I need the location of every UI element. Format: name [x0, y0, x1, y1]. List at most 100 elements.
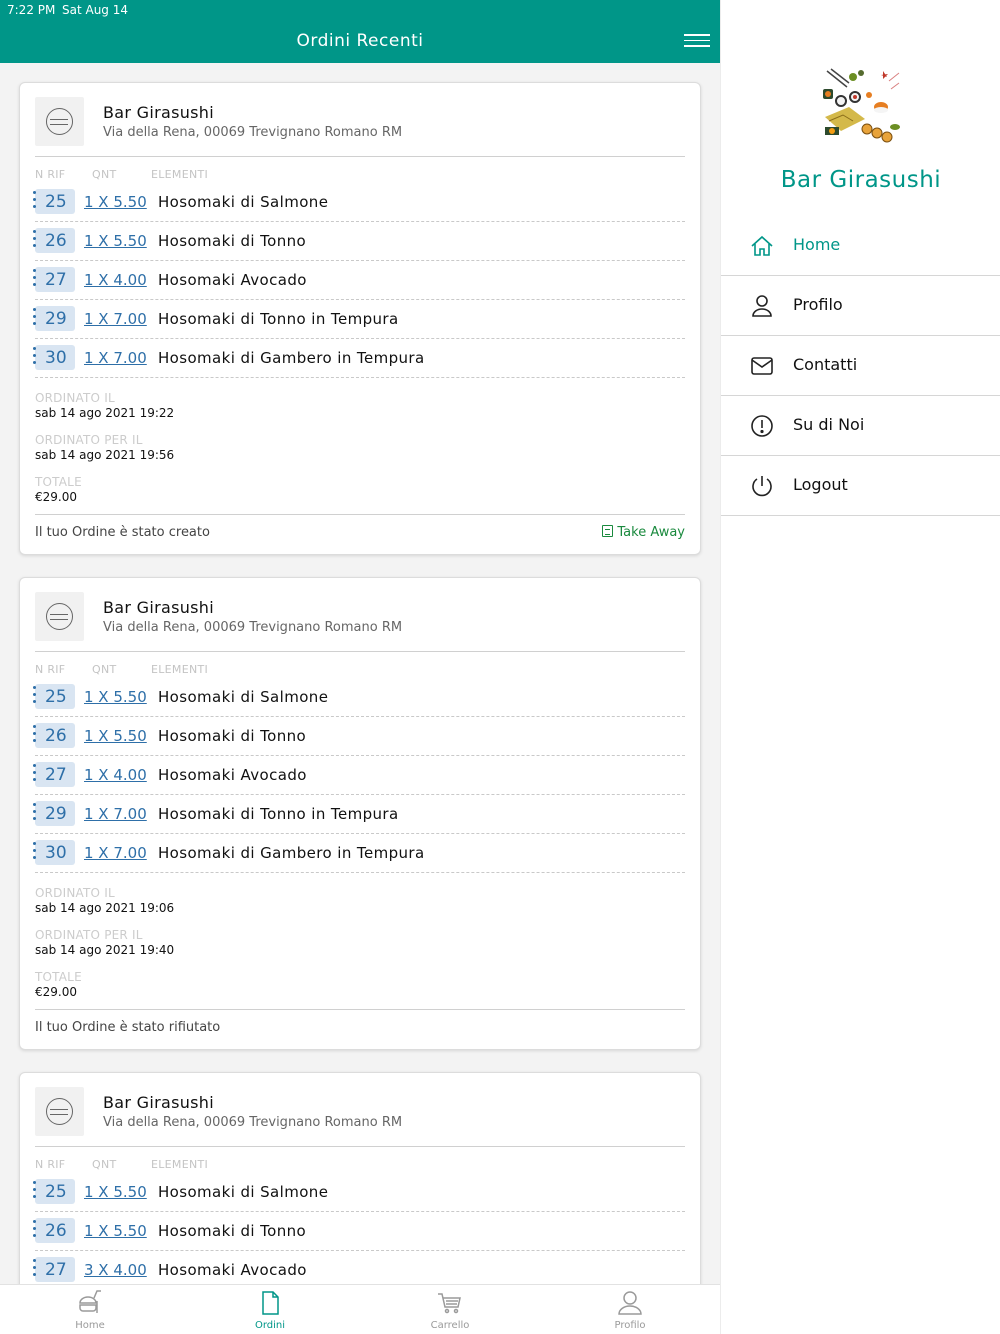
- item-name: Hosomaki di Tonno in Tempura: [158, 310, 399, 328]
- shop-logo-icon: [35, 1087, 84, 1136]
- rif-badge: 26: [33, 1218, 75, 1243]
- rif-badge: 25: [33, 189, 75, 214]
- item-name: Hosomaki di Salmone: [158, 193, 329, 211]
- hamburger-icon[interactable]: [684, 34, 710, 50]
- status-time: 7:22 PM: [7, 3, 56, 17]
- drawer-item-contacts[interactable]: Contatti: [721, 336, 1000, 396]
- quantity-price-link[interactable]: 1 X 5.50: [84, 1183, 147, 1201]
- drawer-item-label: Contatti: [793, 355, 858, 374]
- tab-orders[interactable]: Ordini: [180, 1285, 360, 1334]
- mail-icon: [751, 357, 773, 375]
- shop-name: Bar Girasushi: [103, 598, 214, 617]
- quantity-price-link[interactable]: 1 X 5.50: [84, 1222, 147, 1240]
- rif-number: 29: [45, 804, 67, 824]
- drag-handle-icon: [33, 269, 37, 291]
- rif-badge: 25: [33, 1179, 75, 1204]
- ordered-for-value: sab 14 ago 2021 19:56: [35, 448, 175, 462]
- drag-handle-icon: [33, 230, 37, 252]
- order-item-row: 26 1 X 5.50 Hosomaki di Tonno: [33, 222, 685, 261]
- order-meta: ORDINATO IL sab 14 ago 2021 19:06 ORDINATO…: [35, 886, 685, 999]
- order-meta: ORDINATO IL sab 14 ago 2021 19:22 ORDINATO…: [35, 391, 685, 504]
- tab-cart[interactable]: Carrello: [360, 1285, 540, 1334]
- drag-handle-icon: [33, 308, 37, 330]
- drawer-item-logout[interactable]: Logout: [721, 456, 1000, 516]
- quantity-price-link[interactable]: 1 X 5.50: [84, 193, 147, 211]
- tab-label: Profilo: [614, 1320, 646, 1331]
- quantity-price-link[interactable]: 3 X 4.00: [84, 1261, 147, 1279]
- column-header-qnt: QNT: [92, 1158, 117, 1171]
- order-status-text: Il tuo Ordine è stato creato: [35, 525, 210, 540]
- cart-icon: [438, 1293, 461, 1314]
- quantity-price-link[interactable]: 1 X 5.50: [84, 232, 147, 250]
- order-card-header: Bar Girasushi Via della Rena, 00069 Trevi…: [35, 1073, 685, 1147]
- home-icon: [751, 235, 773, 256]
- orders-list[interactable]: Bar Girasushi Via della Rena, 00069 Trevi…: [0, 63, 720, 1284]
- shop-logo-icon: [35, 592, 84, 641]
- drawer-item-profile[interactable]: Profilo: [721, 276, 1000, 336]
- shop-address: Via della Rena, 00069 Trevignano Romano …: [103, 125, 403, 140]
- drawer-item-about[interactable]: Su di Noi: [721, 396, 1000, 456]
- quantity-price-link[interactable]: 1 X 7.00: [84, 844, 147, 862]
- drag-handle-icon: [33, 686, 37, 708]
- item-column-headers: N RIF QNT ELEMENTI: [35, 157, 685, 183]
- column-header-qnt: QNT: [92, 168, 117, 181]
- drawer-item-label: Home: [793, 235, 841, 254]
- shop-address: Via della Rena, 00069 Trevignano Romano …: [103, 620, 403, 635]
- rif-badge: 30: [33, 345, 75, 370]
- drawer-item-label: Profilo: [793, 295, 843, 314]
- quantity-price-link[interactable]: 1 X 4.00: [84, 766, 147, 784]
- ordered-for-label: ORDINATO PER IL: [35, 928, 143, 942]
- shop-name: Bar Girasushi: [103, 103, 214, 122]
- rif-number: 25: [45, 687, 67, 707]
- total-label: TOTALE: [35, 970, 82, 984]
- item-name: Hosomaki di Tonno in Tempura: [158, 805, 399, 823]
- column-header-rif: N RIF: [35, 168, 66, 181]
- rif-badge: 29: [33, 306, 75, 331]
- user-icon: [618, 1291, 642, 1315]
- quantity-price-link[interactable]: 1 X 5.50: [84, 727, 147, 745]
- rif-number: 30: [45, 348, 67, 368]
- takeaway-button[interactable]: Take Away: [602, 525, 685, 540]
- quantity-price-link[interactable]: 1 X 4.00: [84, 271, 147, 289]
- rif-badge: 26: [33, 723, 75, 748]
- order-item-row: 27 1 X 4.00 Hosomaki Avocado: [33, 261, 685, 300]
- rif-badge: 30: [33, 840, 75, 865]
- total-value: €29.00: [35, 985, 77, 999]
- drawer-item-label: Su di Noi: [793, 415, 865, 434]
- tab-profile[interactable]: Profilo: [540, 1285, 720, 1334]
- drag-handle-icon: [33, 1259, 37, 1281]
- orders-app: 7:22 PM Sat Aug 14 Ordini Recenti Bar Gi…: [0, 0, 720, 1334]
- quantity-price-link[interactable]: 1 X 7.00: [84, 310, 147, 328]
- rif-number: 26: [45, 1221, 67, 1241]
- bottom-tab-bar: Home Ordini Carrello Profilo: [0, 1284, 720, 1334]
- sushi-logo-image: [823, 68, 900, 143]
- rif-badge: 27: [33, 1257, 75, 1282]
- user-icon: [752, 295, 772, 317]
- top-app-bar: 7:22 PM Sat Aug 14 Ordini Recenti: [0, 0, 720, 63]
- tab-home[interactable]: Home: [0, 1285, 180, 1334]
- drawer-item-home[interactable]: Home: [721, 216, 1000, 276]
- status-date: Sat Aug 14: [62, 3, 129, 17]
- tab-label: Home: [75, 1320, 105, 1331]
- quantity-price-link[interactable]: 1 X 7.00: [84, 805, 147, 823]
- drag-handle-icon: [33, 1220, 37, 1242]
- quantity-price-link[interactable]: 1 X 7.00: [84, 349, 147, 367]
- info-icon: [751, 415, 773, 437]
- drag-handle-icon: [33, 347, 37, 369]
- order-item-row: 29 1 X 7.00 Hosomaki di Tonno in Tempura: [33, 795, 685, 834]
- ordered-at-value: sab 14 ago 2021 19:22: [35, 406, 175, 420]
- rif-number: 27: [45, 270, 67, 290]
- order-card: Bar Girasushi Via della Rena, 00069 Trevi…: [19, 1072, 701, 1284]
- total-value: €29.00: [35, 490, 77, 504]
- drag-handle-icon: [33, 191, 37, 213]
- order-item-row: 25 1 X 5.50 Hosomaki di Salmone: [33, 183, 685, 222]
- item-name: Hosomaki di Tonno: [158, 1222, 307, 1240]
- rif-number: 27: [45, 765, 67, 785]
- order-card: Bar Girasushi Via della Rena, 00069 Trevi…: [19, 577, 701, 1050]
- rif-number: 26: [45, 726, 67, 746]
- order-card-footer: Il tuo Ordine è stato creato Take Away: [35, 514, 685, 554]
- quantity-price-link[interactable]: 1 X 5.50: [84, 688, 147, 706]
- rif-number: 30: [45, 843, 67, 863]
- total-label: TOTALE: [35, 475, 82, 489]
- rif-badge: 29: [33, 801, 75, 826]
